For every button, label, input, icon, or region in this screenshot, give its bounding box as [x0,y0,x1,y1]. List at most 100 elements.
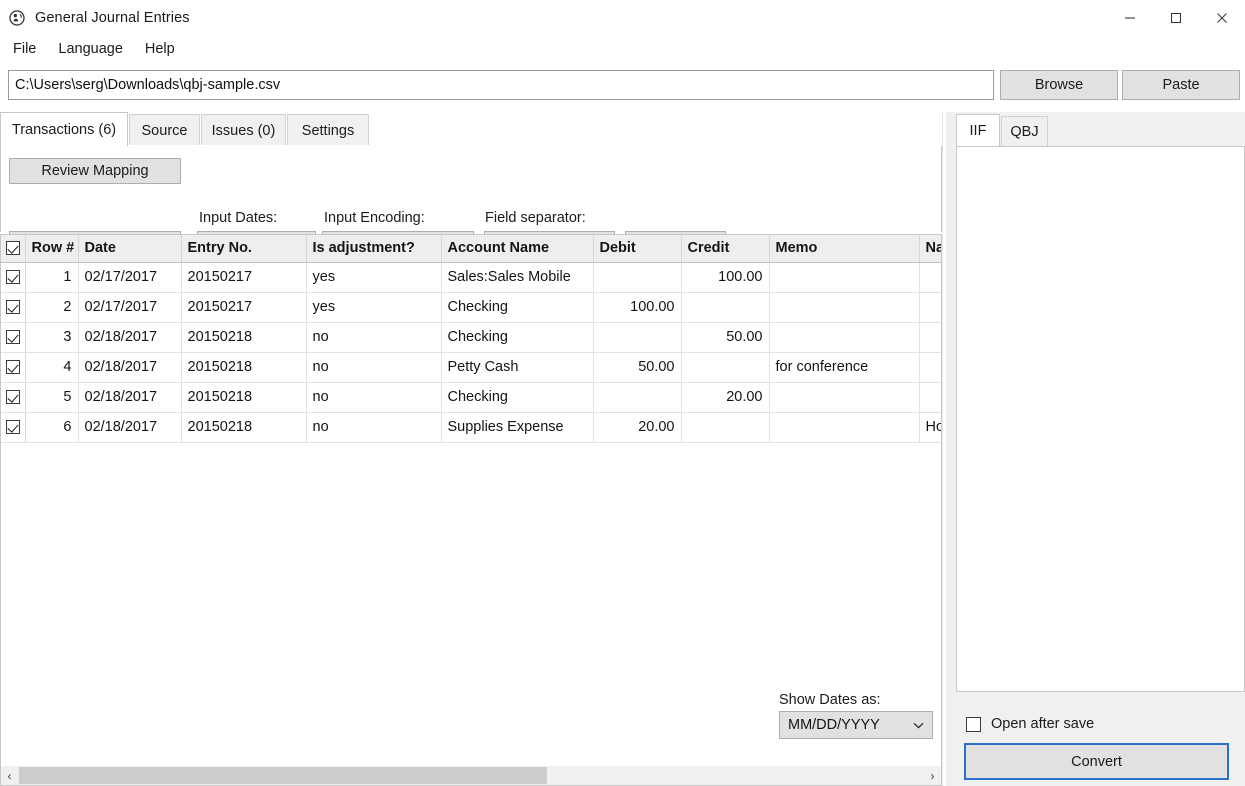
tab-issues[interactable]: Issues (0) [201,114,286,146]
minimize-icon[interactable] [1107,0,1153,36]
cell-adj[interactable]: no [306,412,442,443]
row-select-cell[interactable] [1,382,26,413]
row-select-checkbox[interactable] [5,300,20,315]
cell-debit[interactable]: 20.00 [593,412,682,443]
table-row[interactable]: 5 02/18/2017 20150218 no Checking 20.00 [1,382,941,413]
row-select-cell[interactable] [1,322,26,353]
scroll-right-icon[interactable]: › [924,766,941,785]
cell-date[interactable]: 02/18/2017 [78,322,182,353]
row-select-cell[interactable] [1,262,26,293]
cell-credit[interactable]: 50.00 [681,322,770,353]
row-select-checkbox[interactable] [5,360,20,375]
row-select-cell[interactable] [1,292,26,323]
cell-account[interactable]: Checking [441,382,594,413]
cell-row[interactable]: 3 [25,322,79,353]
cell-adj[interactable]: no [306,382,442,413]
table-row[interactable]: 6 02/18/2017 20150218 no Supplies Expense 20.… [1,412,941,443]
column-header-row-number[interactable]: Row # [25,235,79,263]
select-all-checkbox[interactable] [5,241,20,256]
cell-debit[interactable]: 100.00 [593,292,682,323]
cell-adj[interactable]: yes [306,292,442,323]
cell-row[interactable]: 2 [25,292,79,323]
cell-entry[interactable]: 20150217 [181,292,307,323]
cell-account[interactable]: Supplies Expense [441,412,594,443]
cell-debit[interactable] [593,262,682,293]
row-select-cell[interactable] [1,412,26,443]
row-select-checkbox[interactable] [5,330,20,345]
cell-row[interactable]: 4 [25,352,79,383]
column-header-name[interactable]: Na [919,235,941,263]
menu-item-file[interactable]: File [2,38,47,60]
paste-button[interactable]: Paste [1122,70,1240,100]
open-after-save-checkbox[interactable] [966,716,981,732]
cell-date[interactable]: 02/18/2017 [78,412,182,443]
cell-memo[interactable] [769,412,920,443]
convert-button[interactable]: Convert [964,743,1229,780]
cell-credit[interactable]: 20.00 [681,382,770,413]
table-row[interactable]: 1 02/17/2017 20150217 yes Sales:Sales Mobile… [1,262,941,293]
close-icon[interactable] [1199,0,1245,36]
column-header-date[interactable]: Date [78,235,182,263]
scroll-left-icon[interactable]: ‹ [1,766,18,785]
cell-name[interactable] [919,262,941,293]
column-header-entry-no[interactable]: Entry No. [181,235,307,263]
cell-date[interactable]: 02/18/2017 [78,382,182,413]
cell-credit[interactable] [681,412,770,443]
cell-adj[interactable]: yes [306,262,442,293]
cell-memo[interactable] [769,322,920,353]
cell-debit[interactable] [593,382,682,413]
cell-name[interactable] [919,352,941,383]
cell-entry[interactable]: 20150217 [181,262,307,293]
grid-horizontal-scrollbar[interactable]: ‹ › [0,766,942,786]
cell-memo[interactable] [769,262,920,293]
cell-adj[interactable]: no [306,322,442,353]
cell-name[interactable]: Ho [919,412,941,443]
cell-date[interactable]: 02/17/2017 [78,262,182,293]
column-header-memo[interactable]: Memo [769,235,920,263]
table-row[interactable]: 2 02/17/2017 20150217 yes Checking 100.00 [1,292,941,323]
select-all-header[interactable] [1,235,26,263]
cell-row[interactable]: 6 [25,412,79,443]
tab-iif[interactable]: IIF [956,114,1000,146]
open-after-save-row[interactable]: Open after save [966,716,1094,732]
cell-debit[interactable] [593,322,682,353]
column-header-credit[interactable]: Credit [681,235,770,263]
review-mapping-button[interactable]: Review Mapping [9,158,181,184]
cell-debit[interactable]: 50.00 [593,352,682,383]
cell-name[interactable] [919,382,941,413]
cell-row[interactable]: 1 [25,262,79,293]
column-header-is-adjustment[interactable]: Is adjustment? [306,235,442,263]
table-row[interactable]: 3 02/18/2017 20150218 no Checking 50.00 [1,322,941,353]
cell-entry[interactable]: 20150218 [181,382,307,413]
cell-entry[interactable]: 20150218 [181,322,307,353]
scrollbar-thumb[interactable] [19,767,547,784]
cell-credit[interactable] [681,352,770,383]
cell-credit[interactable]: 100.00 [681,262,770,293]
menu-item-language[interactable]: Language [47,38,134,60]
cell-date[interactable]: 02/18/2017 [78,352,182,383]
maximize-icon[interactable] [1153,0,1199,36]
file-path-input[interactable] [8,70,994,100]
cell-memo[interactable] [769,382,920,413]
tab-source[interactable]: Source [129,114,200,146]
cell-account[interactable]: Checking [441,292,594,323]
cell-memo[interactable] [769,292,920,323]
row-select-checkbox[interactable] [5,420,20,435]
cell-account[interactable]: Sales:Sales Mobile [441,262,594,293]
cell-account[interactable]: Petty Cash [441,352,594,383]
tab-transactions[interactable]: Transactions (6) [0,112,128,146]
show-dates-select[interactable]: MM/DD/YYYY [779,711,933,739]
column-header-account-name[interactable]: Account Name [441,235,594,263]
cell-memo[interactable]: for conference [769,352,920,383]
column-header-debit[interactable]: Debit [593,235,682,263]
cell-entry[interactable]: 20150218 [181,352,307,383]
row-select-checkbox[interactable] [5,390,20,405]
cell-name[interactable] [919,322,941,353]
cell-name[interactable] [919,292,941,323]
cell-account[interactable]: Checking [441,322,594,353]
cell-credit[interactable] [681,292,770,323]
table-row[interactable]: 4 02/18/2017 20150218 no Petty Cash 50.00 for … [1,352,941,383]
tab-settings[interactable]: Settings [287,114,369,146]
row-select-checkbox[interactable] [5,270,20,285]
browse-button[interactable]: Browse [1000,70,1118,100]
